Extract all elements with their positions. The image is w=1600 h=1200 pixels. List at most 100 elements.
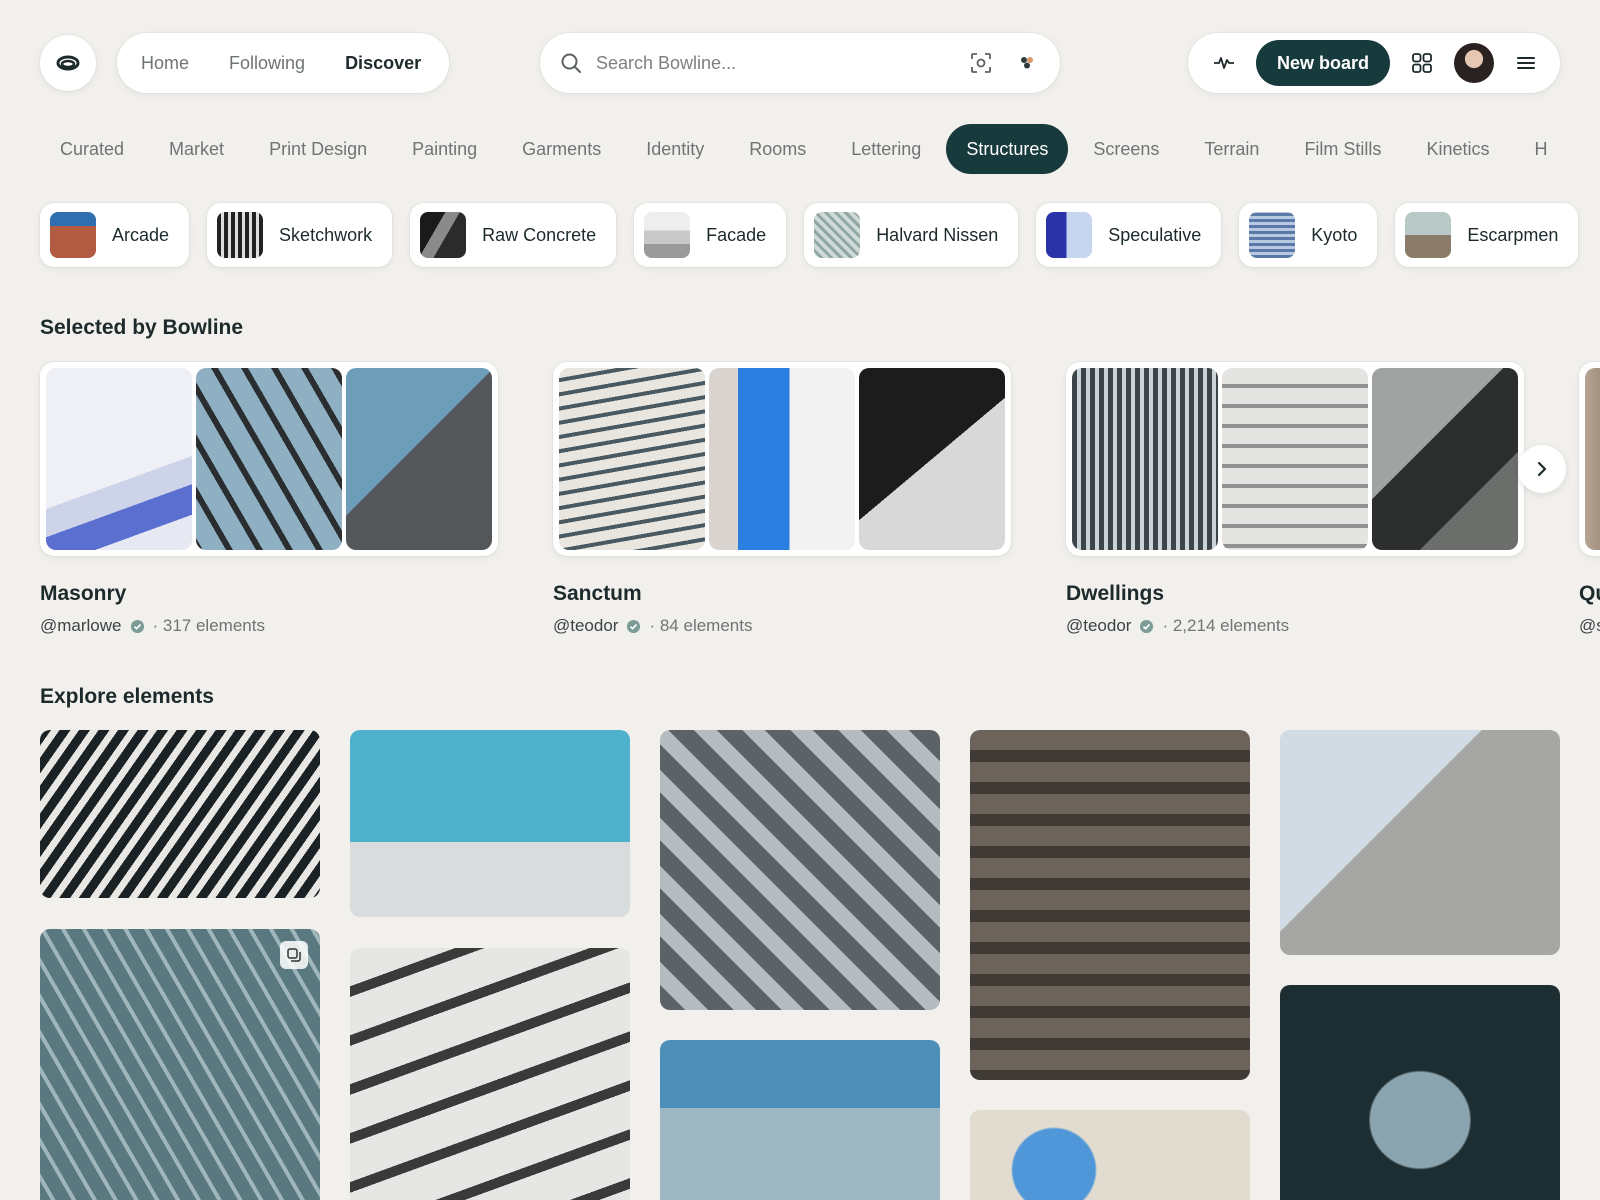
element-tile[interactable]: [1280, 985, 1560, 1200]
category-tabs: Curated Market Print Design Painting Gar…: [40, 124, 1572, 174]
preview-image: [709, 368, 855, 550]
chip-thumbnail: [50, 212, 96, 258]
chip-speculative[interactable]: Speculative: [1036, 203, 1222, 267]
chip-thumbnail: [1249, 212, 1296, 258]
board-name: Sanctum: [553, 582, 642, 605]
chip-thumbnail: [217, 212, 264, 258]
element-tile[interactable]: [970, 1110, 1250, 1200]
element-tile[interactable]: [350, 730, 630, 917]
tab-rooms[interactable]: Rooms: [729, 124, 826, 174]
tab-terrain[interactable]: Terrain: [1184, 124, 1279, 174]
tab-lettering[interactable]: Lettering: [831, 124, 941, 174]
verified-icon: [130, 619, 145, 634]
avatar[interactable]: [1454, 43, 1494, 83]
nav-discover[interactable]: Discover: [345, 53, 421, 74]
board-element-count: · 317 elements: [152, 616, 265, 635]
menu-icon[interactable]: [1506, 43, 1546, 83]
tab-print-design[interactable]: Print Design: [249, 124, 387, 174]
board-preview: [1066, 362, 1524, 556]
search-input[interactable]: [596, 52, 948, 74]
board-card-partial[interactable]: Qu @s: [1579, 362, 1600, 636]
section-title-explore: Explore elements: [40, 685, 214, 708]
chip-label: Speculative: [1108, 224, 1202, 245]
logo-button[interactable]: [40, 35, 96, 91]
chip-escarpment[interactable]: Escarpmen: [1395, 203, 1579, 267]
tab-identity[interactable]: Identity: [626, 124, 724, 174]
board-meta: @marlowe · 317 elements: [40, 616, 498, 636]
chip-kyoto[interactable]: Kyoto: [1239, 203, 1378, 267]
carousel-next-button[interactable]: [1518, 445, 1566, 493]
topic-chips: Arcade Sketchwork Raw Concrete Facade Ha…: [40, 203, 1596, 267]
chip-halvard-nissen[interactable]: Halvard Nissen: [804, 203, 1019, 267]
element-tile[interactable]: [660, 1040, 940, 1200]
element-tile[interactable]: [350, 948, 630, 1200]
board-author[interactable]: @teodor: [1066, 616, 1131, 636]
chip-facade[interactable]: Facade: [634, 203, 787, 267]
chip-label: Escarpmen: [1467, 224, 1559, 245]
chip-thumbnail: [1046, 212, 1093, 258]
preview-image: [1585, 368, 1600, 550]
board-author[interactable]: @teodor: [553, 616, 618, 636]
preview-image: [1372, 368, 1518, 550]
bowline-logo-icon: [56, 55, 80, 71]
board-name: Dwellings: [1066, 582, 1165, 605]
tab-market[interactable]: Market: [149, 124, 244, 174]
board-preview: [40, 362, 498, 556]
preview-image: [1072, 368, 1218, 550]
visual-search-icon[interactable]: [968, 50, 994, 76]
element-tile[interactable]: [660, 730, 940, 1010]
chip-label: Kyoto: [1311, 224, 1358, 245]
search-bar: [540, 33, 1060, 93]
grid-view-icon[interactable]: [1402, 43, 1442, 83]
board-element-count: · 84 elements: [649, 616, 753, 635]
chip-label: Arcade: [112, 224, 170, 245]
element-tile[interactable]: [40, 730, 320, 898]
preview-image: [1222, 368, 1368, 550]
activity-icon[interactable]: [1204, 43, 1244, 83]
board-preview: [553, 362, 1011, 556]
element-tile[interactable]: [40, 929, 320, 1200]
chip-label: Halvard Nissen: [876, 224, 999, 245]
tab-film-stills[interactable]: Film Stills: [1284, 124, 1401, 174]
chip-thumbnail: [1405, 212, 1452, 258]
board-card-sanctum[interactable]: Sanctum @teodor · 84 elements: [553, 362, 1011, 636]
board-card-masonry[interactable]: Masonry @marlowe · 317 elements: [40, 362, 498, 636]
board-meta: @teodor · 2,214 elements: [1066, 616, 1524, 636]
tab-structures[interactable]: Structures: [946, 124, 1069, 174]
chip-arcade[interactable]: Arcade: [40, 203, 190, 267]
chip-thumbnail: [644, 212, 691, 258]
multi-image-icon: [280, 941, 308, 969]
element-tile[interactable]: [970, 730, 1250, 1080]
preview-image: [859, 368, 1005, 550]
board-author[interactable]: @marlowe: [40, 616, 122, 636]
board-element-count: · 2,214 elements: [1162, 616, 1290, 635]
preview-image: [559, 368, 705, 550]
tab-curated[interactable]: Curated: [40, 124, 144, 174]
chevron-right-icon: [1537, 461, 1547, 477]
tab-garments[interactable]: Garments: [502, 124, 621, 174]
tab-screens[interactable]: Screens: [1073, 124, 1179, 174]
chip-thumbnail: [814, 212, 861, 258]
board-card-dwellings[interactable]: Dwellings @teodor · 2,214 elements: [1066, 362, 1524, 636]
chip-label: Raw Concrete: [482, 224, 597, 245]
board-meta: @s: [1579, 616, 1600, 636]
chip-sketchwork[interactable]: Sketchwork: [207, 203, 393, 267]
tab-painting[interactable]: Painting: [392, 124, 497, 174]
element-tile[interactable]: [1280, 730, 1560, 955]
board-meta: @teodor · 84 elements: [553, 616, 1011, 636]
nav-home[interactable]: Home: [141, 53, 189, 74]
user-toolbar: New board: [1188, 33, 1560, 93]
section-title-selected: Selected by Bowline: [40, 316, 244, 339]
tab-kinetics[interactable]: Kinetics: [1406, 124, 1509, 174]
board-preview: [1579, 362, 1600, 556]
preview-image: [46, 368, 192, 550]
chip-raw-concrete[interactable]: Raw Concrete: [410, 203, 617, 267]
tab-more[interactable]: H: [1514, 124, 1567, 174]
board-author[interactable]: @s: [1579, 616, 1600, 636]
color-filter-icon[interactable]: [1014, 50, 1040, 76]
new-board-button[interactable]: New board: [1256, 40, 1390, 86]
chip-label: Sketchwork: [279, 224, 373, 245]
preview-image: [196, 368, 342, 550]
chip-label: Facade: [706, 224, 767, 245]
nav-following[interactable]: Following: [229, 53, 305, 74]
